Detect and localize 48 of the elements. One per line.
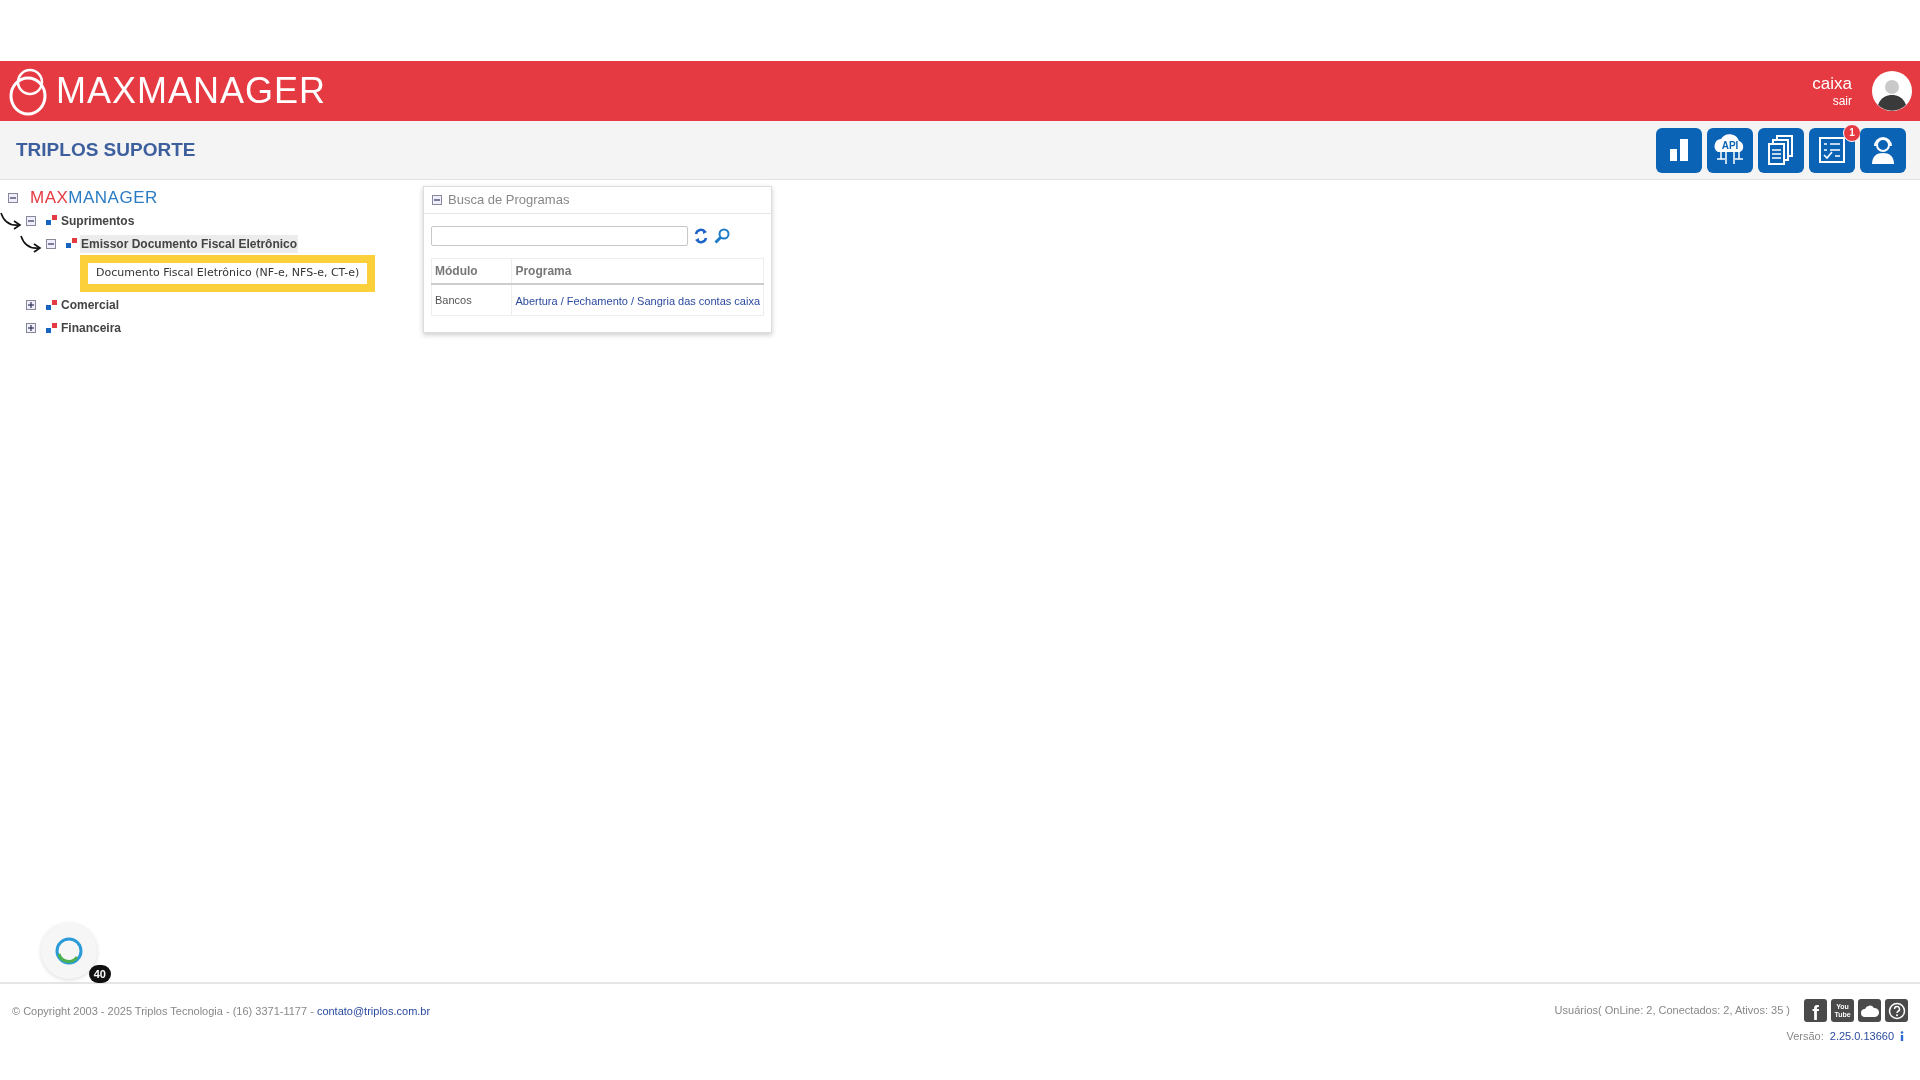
collapse-icon[interactable] [26,215,36,226]
version-number: 2.25.0.13660 [1829,1029,1894,1044]
notification-badge: 1 [1843,123,1861,142]
company-title: TRIPLOS SUPORTE [16,137,196,162]
node-icon [46,215,58,226]
copyright-text: © Copyright 2003 - 2025 Triplos Tecnologia - (16) 3371-1177 - [12,1005,315,1017]
node-icon [46,299,58,311]
panel-title: Busca de Programas [448,191,570,210]
node-icon [46,322,58,334]
logout-link[interactable]: sair [1832,94,1852,110]
email-link[interactable]: contato@triplos.com.br [316,1005,431,1017]
tree-item[interactable]: Suprimentos [60,211,136,230]
toolbar-button[interactable] [1809,127,1855,173]
tree-root-logo[interactable]: MAXMANAGER [30,185,158,211]
avatar-icon[interactable] [1872,71,1912,111]
swirl-logo-icon [54,936,84,966]
refresh-icon[interactable] [694,228,708,244]
documents-icon [1766,134,1796,166]
collapse-icon[interactable] [46,238,56,249]
user-name: caixa [1812,72,1852,95]
column-header: Módulo [431,258,512,284]
collapse-icon[interactable] [8,193,18,203]
toolbar-button[interactable] [1860,127,1906,173]
search-icon[interactable] [714,228,730,244]
app-logo-text: MAXMANAGER [56,73,327,109]
collapse-icon[interactable] [432,195,442,205]
checklist-icon [1817,135,1847,165]
expand-icon[interactable] [26,323,36,333]
expand-icon[interactable] [26,300,36,310]
toolbar-button[interactable] [1758,127,1804,173]
toolbar-button[interactable]: API [1707,127,1753,173]
table-cell: Bancos [431,284,512,316]
facebook-link[interactable]: f [1804,999,1827,1022]
tree-item[interactable]: Emissor Documento Fiscal Eletrônico [80,234,299,253]
column-header: Programa [511,258,764,284]
node-icon [66,238,78,249]
cloud-link[interactable] [1858,999,1881,1022]
search-field[interactable] [431,226,688,246]
tree-item[interactable]: Financeira [60,319,123,337]
tree-item[interactable]: Comercial [60,296,121,314]
users-status: Usuários( OnLine: 2, Conectados: 2, Ativos: 35 ) [1554,1003,1790,1019]
version-label: Versão: [1786,1029,1824,1044]
info-icon[interactable] [1900,1031,1904,1042]
chat-count-badge: 40 [88,965,111,983]
program-link[interactable]: Abertura / Fechamento / Sangria das contas caixa [515,295,760,307]
toolbar-button[interactable] [1656,127,1702,173]
help-link[interactable] [1885,999,1908,1022]
tooltip-text: Documento Fiscal Eletrônico (NF-e, NFS-e, CT-e) [88,263,368,284]
